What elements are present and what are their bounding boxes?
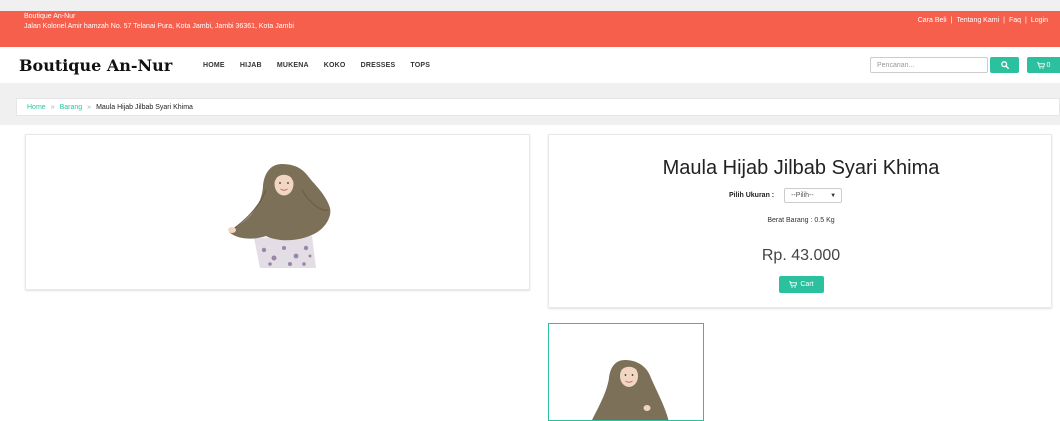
product-thumbnail[interactable]	[548, 323, 704, 421]
add-to-cart-button[interactable]: Cart	[779, 276, 824, 293]
size-label: Pilih Ukuran :	[729, 192, 775, 199]
brand-logo[interactable]: Boutique An-Nur	[19, 56, 172, 75]
link-login[interactable]: Login	[1031, 17, 1048, 24]
breadcrumb-home[interactable]: Home	[27, 104, 46, 111]
dropdown-arrow-icon: ▼	[830, 192, 837, 199]
cart-button[interactable]: 0	[1027, 57, 1060, 73]
product-image[interactable]	[226, 160, 336, 268]
cart-count: 0	[1046, 61, 1051, 69]
size-row: Pilih Ukuran : --Pilih-- ▼	[729, 188, 843, 203]
breadcrumb-barang[interactable]: Barang	[60, 104, 83, 111]
link-cara-beli[interactable]: Cara Beli	[918, 17, 947, 24]
link-tentang-kami[interactable]: Tentang Kami	[956, 17, 999, 24]
link-faq[interactable]: Faq	[1009, 17, 1021, 24]
product-weight: Berat Barang : 0.5 Kg	[767, 217, 835, 224]
store-address: Jalan Kolonel Amir hamzah No. 57 Telanai…	[24, 23, 294, 30]
search-button[interactable]	[990, 57, 1019, 73]
breadcrumb-separator: »	[50, 104, 55, 111]
product-image-panel	[25, 134, 530, 290]
menu-item-hijab[interactable]: HIJAB	[240, 62, 262, 69]
product-info-panel: Maula Hijab Jilbab Syari Khima Pilih Uku…	[548, 134, 1052, 308]
thumbnail-image	[592, 360, 669, 420]
cart-icon	[789, 281, 798, 288]
product-title: Maula Hijab Jilbab Syari Khima	[662, 157, 940, 179]
store-name: Boutique An-Nur	[24, 13, 76, 20]
search-icon	[1000, 61, 1009, 69]
menu-item-dresses[interactable]: DRESSES	[361, 62, 396, 69]
breadcrumb: Home » Barang » Maula Hijab Jilbab Syari Khi…	[16, 98, 1060, 116]
menu-item-tops[interactable]: TOPS	[410, 62, 430, 69]
cart-icon	[1036, 61, 1045, 69]
menu-item-home[interactable]: HOME	[203, 62, 225, 69]
menu-item-koko[interactable]: KOKO	[324, 62, 346, 69]
link-separator: |	[1003, 17, 1005, 24]
size-selected-value: --Pilih--	[791, 192, 814, 199]
product-price: Rp. 43.000	[761, 247, 841, 264]
size-select[interactable]: --Pilih-- ▼	[784, 188, 843, 203]
link-separator: |	[1025, 17, 1027, 24]
search-input[interactable]	[870, 57, 988, 73]
main-menu: HOME HIJAB MUKENA KOKO DRESSES TOPS	[203, 62, 445, 69]
top-links: Cara Beli | Tentang Kami | Faq | Login	[918, 17, 1048, 24]
breadcrumb-current: Maula Hijab Jilbab Syari Khima	[96, 104, 193, 111]
add-to-cart-label: Cart	[800, 281, 814, 288]
breadcrumb-separator: »	[87, 104, 92, 111]
menu-item-mukena[interactable]: MUKENA	[277, 62, 309, 69]
top-info-bar: Boutique An-Nur Jalan Kolonel Amir hamza…	[0, 11, 1060, 47]
link-separator: |	[950, 17, 953, 24]
main-navbar: Boutique An-Nur HOME HIJAB MUKENA KOKO D…	[0, 47, 1060, 83]
